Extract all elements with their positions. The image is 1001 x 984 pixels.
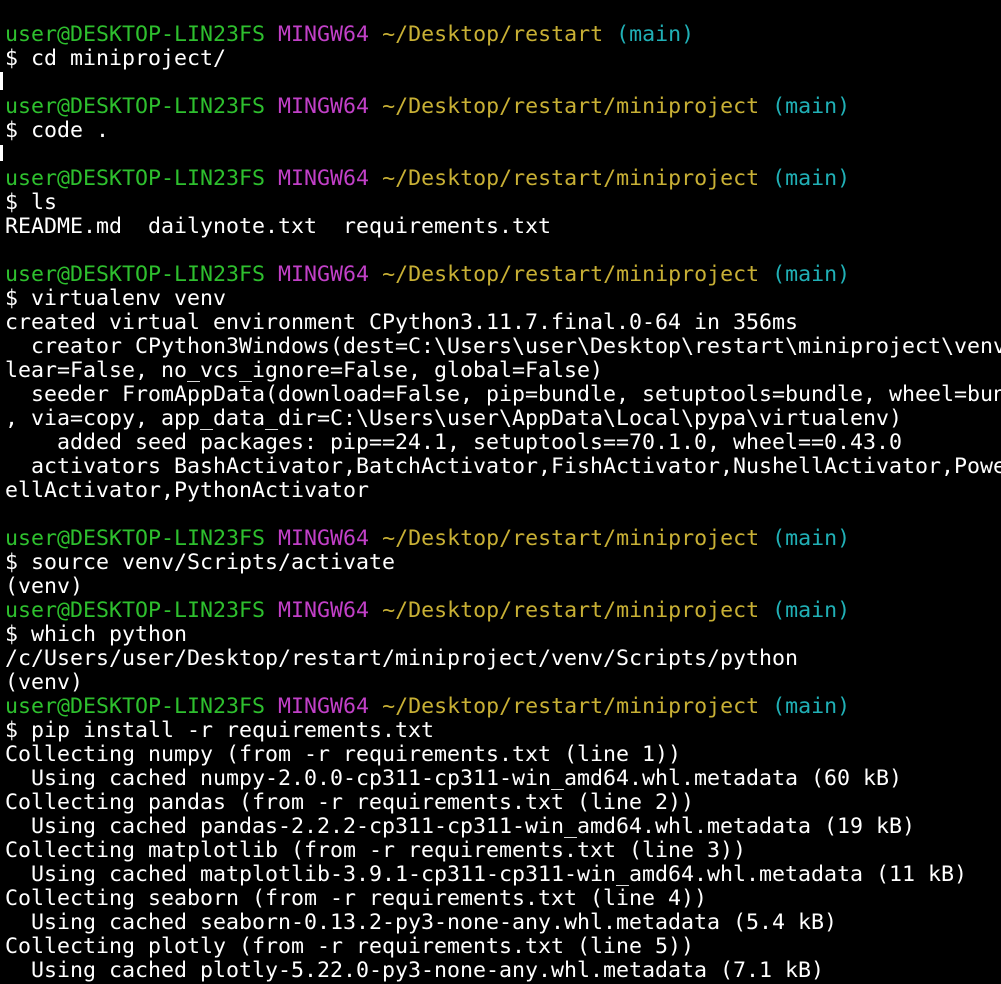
output-line: Collecting pandas (from -r requirements.… (5, 790, 695, 815)
prompt-system: MINGW64 (278, 22, 370, 47)
left-edge-marker (0, 72, 3, 90)
output-line: Using cached seaborn-0.13.2-py3-none-any… (5, 910, 838, 935)
prompt-user: user@DESKTOP-LIN23FS (5, 94, 266, 119)
prompt-path: ~/Desktop/restart/miniproject (382, 94, 760, 119)
output-line: seeder FromAppData(download=False, pip=b… (5, 382, 1001, 407)
prompt-path: ~/Desktop/restart/miniproject (382, 598, 760, 623)
left-edge-marker (0, 145, 3, 161)
prompt-branch: (main) (772, 694, 851, 719)
prompt-line: user@DESKTOP-LIN23FS MINGW64 ~/Desktop/r… (5, 695, 1001, 719)
prompt-line: user@DESKTOP-LIN23FS MINGW64 ~/Desktop/r… (5, 527, 1001, 551)
prompt-system: MINGW64 (278, 694, 370, 719)
command-line: $ code . (5, 118, 110, 143)
prompt-branch: (main) (772, 262, 851, 287)
prompt-path: ~/Desktop/restart/miniproject (382, 694, 760, 719)
prompt-user: user@DESKTOP-LIN23FS (5, 598, 266, 623)
command-line: $ cd miniproject/ (5, 46, 227, 71)
output-line: README.md dailynote.txt requirements.txt (5, 214, 552, 239)
prompt-user: user@DESKTOP-LIN23FS (5, 262, 266, 287)
prompt-branch: (main) (772, 526, 851, 551)
prompt-path: ~/Desktop/restart/miniproject (382, 166, 760, 191)
prompt-branch: (main) (772, 94, 851, 119)
prompt-system: MINGW64 (278, 94, 370, 119)
prompt-branch: (main) (772, 598, 851, 623)
output-line: Using cached matplotlib-3.9.1-cp311-cp31… (5, 862, 968, 887)
prompt-branch: (main) (616, 22, 695, 47)
output-line: Collecting numpy (from -r requirements.t… (5, 742, 682, 767)
output-line: Collecting plotly (from -r requirements.… (5, 934, 695, 959)
prompt-line: user@DESKTOP-LIN23FS MINGW64 ~/Desktop/r… (5, 263, 1001, 287)
terminal-window[interactable]: user@DESKTOP-LIN23FS MINGW64 ~/Desktop/r… (0, 0, 1001, 984)
output-line: Collecting seaborn (from -r requirements… (5, 886, 708, 911)
terminal-output: user@DESKTOP-LIN23FS MINGW64 ~/Desktop/r… (5, 23, 1001, 983)
command-line: $ source venv/Scripts/activate (5, 550, 396, 575)
prompt-user: user@DESKTOP-LIN23FS (5, 166, 266, 191)
prompt-line: user@DESKTOP-LIN23FS MINGW64 ~/Desktop/r… (5, 599, 1001, 623)
output-line: , via=copy, app_data_dir=C:\Users\user\A… (5, 406, 903, 431)
prompt-system: MINGW64 (278, 526, 370, 551)
prompt-line: user@DESKTOP-LIN23FS MINGW64 ~/Desktop/r… (5, 23, 1001, 47)
output-line: Using cached plotly-5.22.0-py3-none-any.… (5, 958, 825, 983)
output-line: added seed packages: pip==24.1, setuptoo… (5, 430, 903, 455)
output-line: /c/Users/user/Desktop/restart/miniprojec… (5, 646, 799, 671)
prompt-path: ~/Desktop/restart (382, 22, 604, 47)
output-line: (venv) (5, 670, 84, 695)
prompt-system: MINGW64 (278, 262, 370, 287)
prompt-path: ~/Desktop/restart/miniproject (382, 262, 760, 287)
prompt-line: user@DESKTOP-LIN23FS MINGW64 ~/Desktop/r… (5, 95, 1001, 119)
command-line: $ pip install -r requirements.txt (5, 718, 435, 743)
output-line: Using cached pandas-2.2.2-cp311-cp311-wi… (5, 814, 916, 839)
output-line: lear=False, no_vcs_ignore=False, global=… (5, 358, 604, 383)
prompt-system: MINGW64 (278, 598, 370, 623)
output-line: created virtual environment CPython3.11.… (5, 310, 799, 335)
output-line: creator CPython3Windows(dest=C:\Users\us… (5, 334, 1001, 359)
prompt-system: MINGW64 (278, 166, 370, 191)
command-line: $ ls (5, 190, 58, 215)
prompt-user: user@DESKTOP-LIN23FS (5, 22, 266, 47)
prompt-line: user@DESKTOP-LIN23FS MINGW64 ~/Desktop/r… (5, 167, 1001, 191)
prompt-user: user@DESKTOP-LIN23FS (5, 526, 266, 551)
output-line: Using cached numpy-2.0.0-cp311-cp311-win… (5, 766, 903, 791)
command-line: $ which python (5, 622, 188, 647)
command-line: $ virtualenv venv (5, 286, 227, 311)
prompt-branch: (main) (772, 166, 851, 191)
output-line: activators BashActivator,BatchActivator,… (5, 454, 1001, 479)
prompt-user: user@DESKTOP-LIN23FS (5, 694, 266, 719)
prompt-path: ~/Desktop/restart/miniproject (382, 526, 760, 551)
output-line: (venv) (5, 574, 84, 599)
output-line: ellActivator,PythonActivator (5, 478, 370, 503)
output-line: Collecting matplotlib (from -r requireme… (5, 838, 747, 863)
